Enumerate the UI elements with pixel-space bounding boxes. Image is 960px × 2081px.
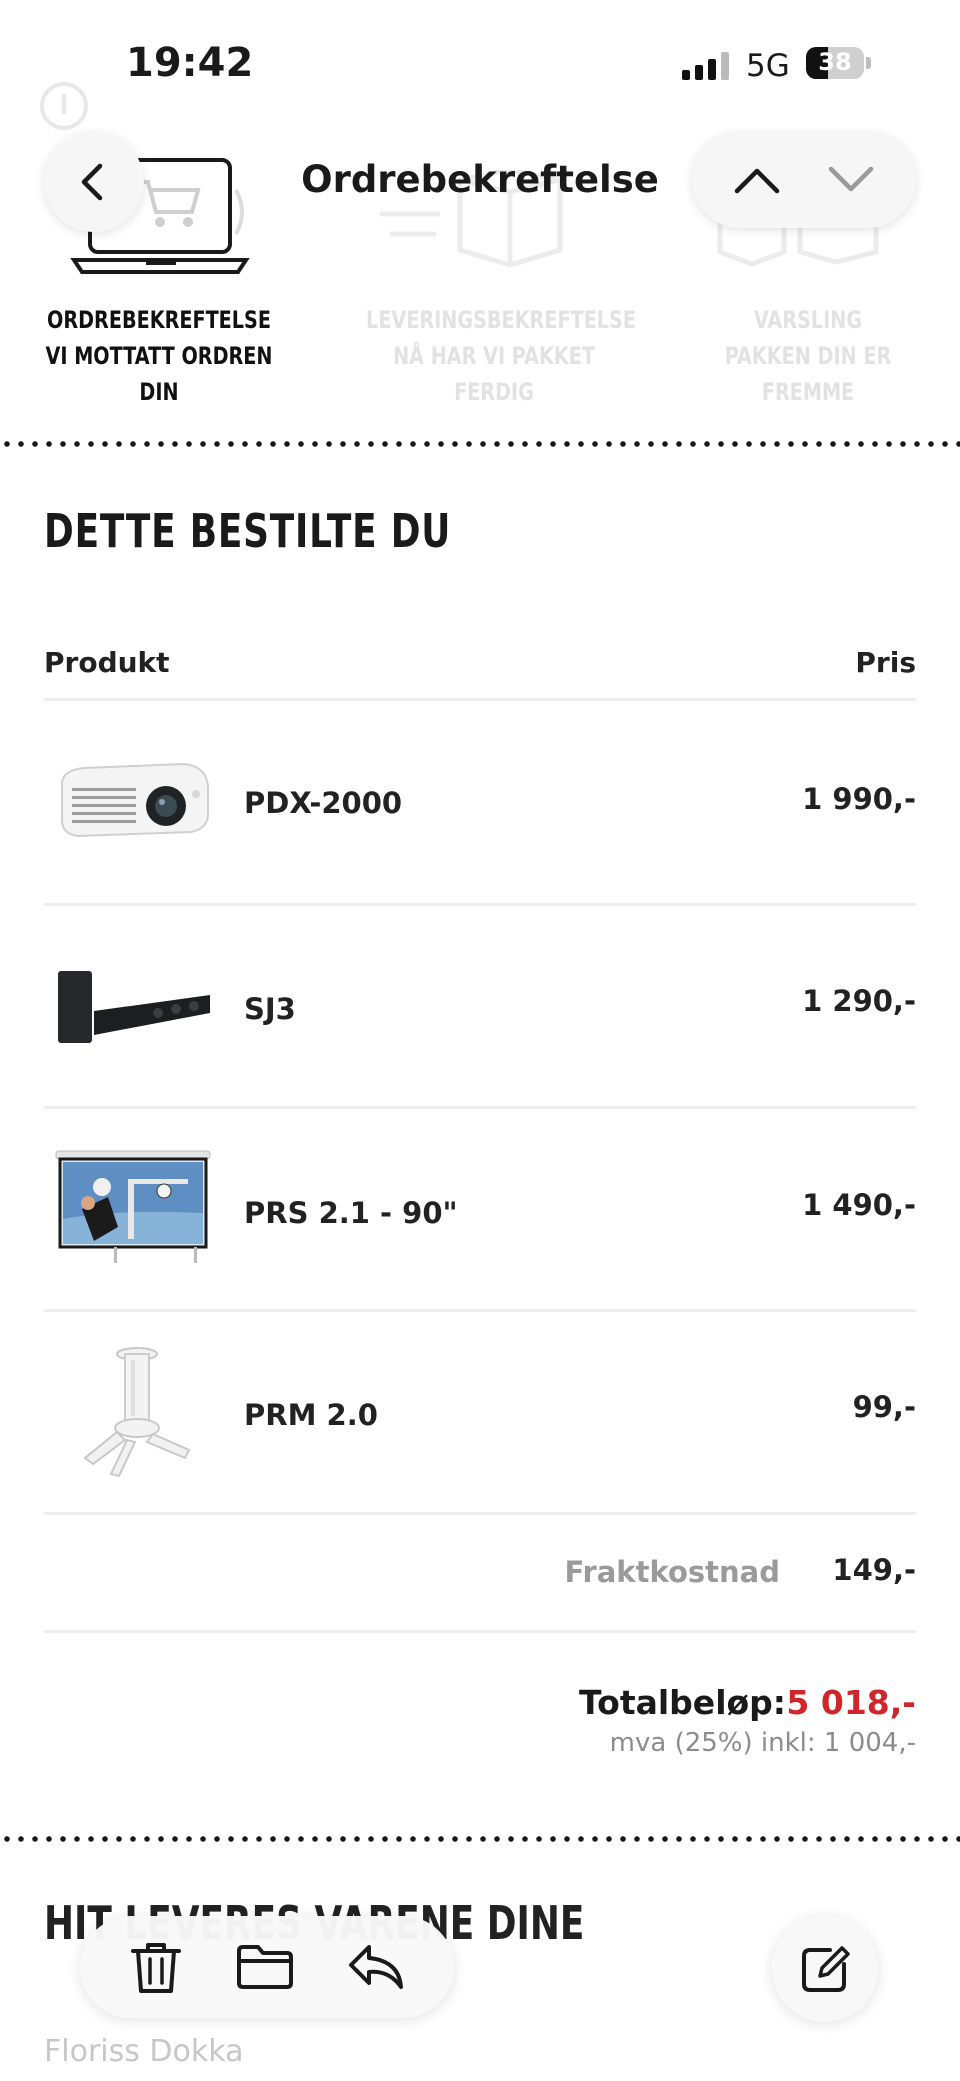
total-label: Totalbeløp:: [579, 1683, 786, 1722]
product-name: PDX-2000: [244, 786, 403, 820]
battery-percent: 38: [818, 48, 852, 76]
next-message-button[interactable]: [827, 165, 875, 195]
dotted-divider: [0, 441, 960, 447]
delete-button[interactable]: [129, 1939, 183, 1995]
step-title: ORDREBEKREFTELSE: [47, 306, 271, 334]
shipping-label: Fraktkostnad: [564, 1555, 780, 1589]
product-price: 1 290,-: [802, 984, 916, 1018]
product-name: SJ3: [244, 992, 296, 1026]
mail-toolbar: [80, 1916, 454, 2018]
soundbar-icon: [58, 971, 210, 1043]
product-image: [54, 1144, 212, 1272]
table-divider: [44, 1630, 916, 1633]
trash-icon: [130, 1943, 181, 1993]
chevron-down-icon: [828, 166, 874, 192]
cellular-signal-icon: [682, 52, 729, 80]
product-image: [54, 942, 212, 1070]
step-delivery-confirmation: LEVERINGSBEKREFTELSE NÅ HAR VI PAKKET FE…: [366, 302, 636, 410]
compose-icon: [802, 1946, 850, 1992]
table-divider: [44, 1512, 916, 1515]
step-title: VARSLING: [753, 306, 863, 334]
status-time: 19:42: [126, 40, 254, 86]
column-header-product: Produkt: [44, 646, 170, 679]
table-row: PDX-2000 1 990,-: [44, 702, 916, 902]
product-name: PRM 2.0: [244, 1398, 378, 1432]
product-price: 1 490,-: [802, 1188, 916, 1222]
step-subtitle: VI MOTTATT ORDREN DIN: [45, 342, 273, 406]
reply-button[interactable]: [347, 1943, 405, 1991]
recipient-name: Floriss Dokka: [44, 2034, 244, 2069]
table-divider: [44, 698, 916, 701]
table-row: PRM 2.0 99,-: [44, 1312, 916, 1512]
shipping-value: 149,-: [832, 1553, 916, 1587]
product-price: 99,-: [852, 1390, 916, 1424]
dotted-divider: [0, 1836, 960, 1842]
product-name: PRS 2.1 - 90": [244, 1196, 458, 1230]
info-icon: [40, 82, 88, 130]
step-title: LEVERINGSBEKREFTELSE: [366, 306, 636, 334]
table-row: PRS 2.1 - 90" 1 490,-: [44, 1108, 916, 1308]
column-header-price: Pris: [855, 646, 916, 679]
ceiling-mount-icon: [83, 1347, 191, 1478]
compose-button[interactable]: [772, 1916, 878, 2022]
step-subtitle: PAKKEN DIN ER FREMME: [724, 342, 892, 406]
step-subtitle: NÅ HAR VI PAKKET FERDIG: [393, 342, 595, 406]
step-order-confirmation: ORDREBEKREFTELSE VI MOTTATT ORDREN DIN: [31, 302, 287, 410]
step-notification: VARSLING PAKKEN DIN ER FREMME: [680, 302, 936, 410]
folder-icon: [236, 1945, 293, 1989]
product-price: 1 990,-: [802, 782, 916, 816]
message-pager: [692, 132, 916, 228]
product-image: [54, 738, 212, 866]
network-type: 5G: [746, 48, 790, 84]
vat-info: mva (25%) inkl: 1 004,-: [609, 1728, 916, 1758]
total-amount: 5 018,-: [786, 1683, 916, 1722]
projector-icon: [61, 762, 209, 838]
previous-message-button[interactable]: [733, 165, 781, 195]
move-to-folder-button[interactable]: [236, 1943, 294, 1991]
chevron-up-icon: [734, 168, 780, 194]
reply-icon: [349, 1945, 404, 1989]
product-image: [54, 1347, 212, 1478]
table-row: SJ3 1 290,-: [44, 906, 916, 1106]
battery-cap: [866, 57, 871, 69]
battery-icon: 38: [806, 47, 864, 79]
projector-screen-icon: [55, 1150, 211, 1263]
order-heading: DETTE BESTILTE DU: [44, 504, 452, 558]
